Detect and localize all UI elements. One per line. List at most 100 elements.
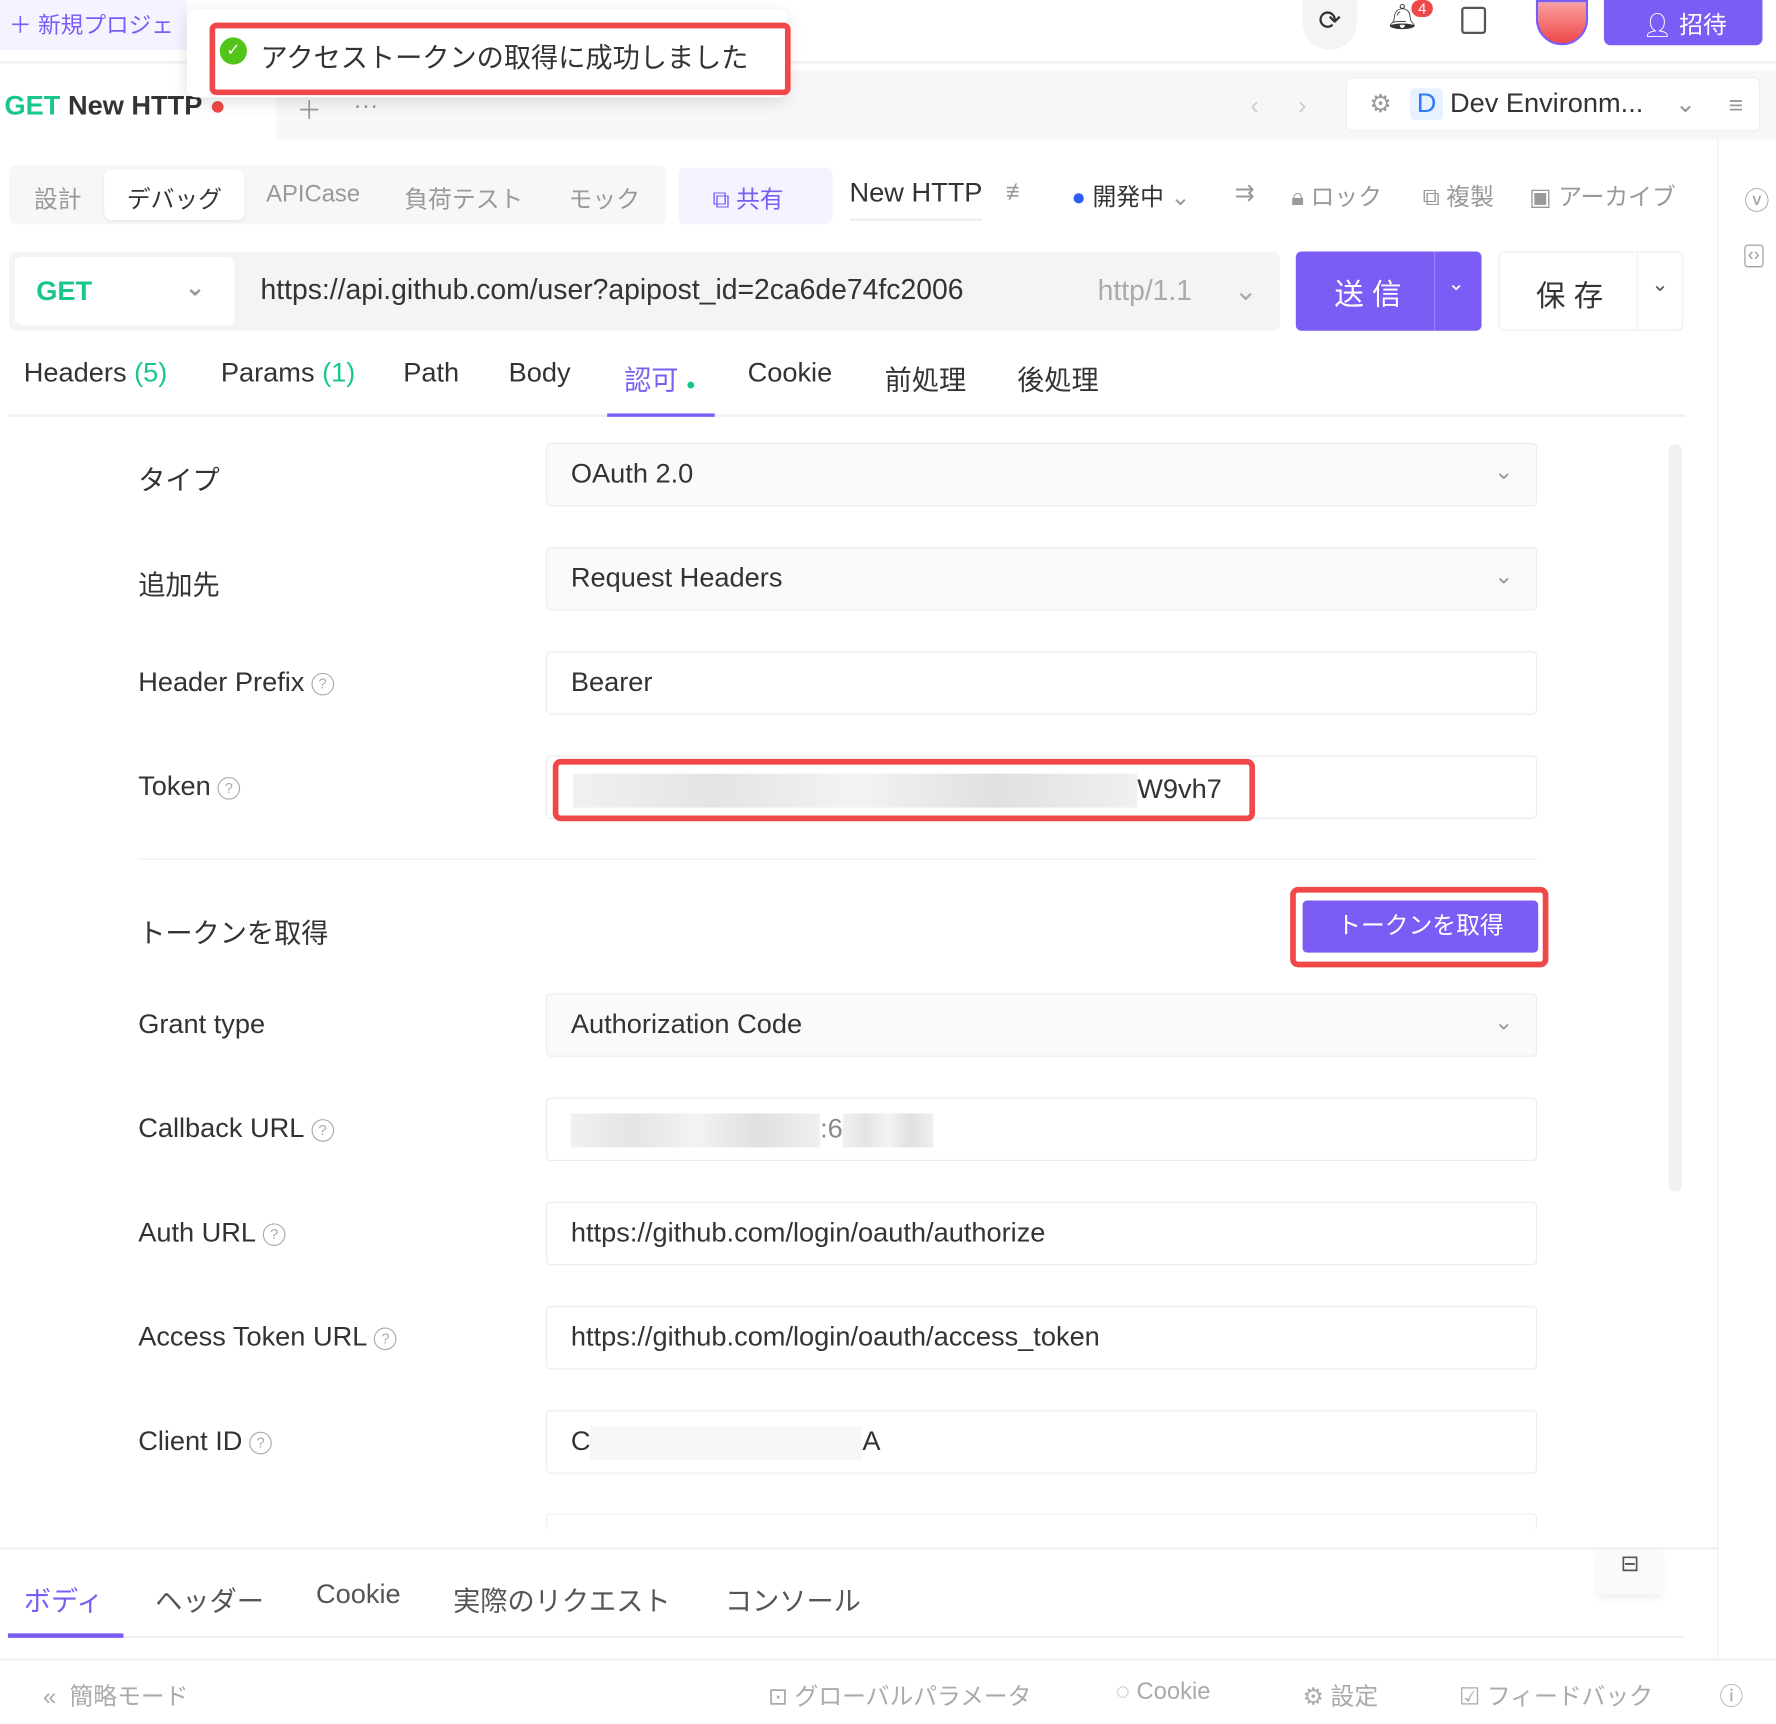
new-project-button[interactable]: ＋ 新規プロジェ xyxy=(0,0,187,50)
feedback-button[interactable]: ☑ フィードバック xyxy=(1459,1679,1653,1713)
align-icon[interactable]: ⇉ xyxy=(1235,179,1255,207)
prev-tab-icon[interactable]: ‹ xyxy=(1251,91,1259,120)
gear-icon: ⚙ xyxy=(1302,1684,1324,1711)
save-button[interactable]: 保 存 ⌄ xyxy=(1498,251,1684,331)
access-token-url-label: Access Token URL? xyxy=(138,1322,397,1354)
client-id-input[interactable]: CA xyxy=(545,1410,1538,1474)
request-name: New HTTP xyxy=(67,90,202,122)
next-tab-icon[interactable]: › xyxy=(1298,91,1306,120)
feedback-icon: ☑ xyxy=(1458,1684,1481,1711)
status-select[interactable]: ● 開発中 ⌄ xyxy=(1072,179,1191,213)
version-icon[interactable]: ⓥ xyxy=(1744,181,1769,217)
document-icon[interactable] xyxy=(1461,6,1487,34)
divider xyxy=(1717,140,1719,1661)
share-icon: ⧉ xyxy=(712,186,730,213)
code-icon[interactable]: ‹› xyxy=(1744,244,1764,268)
chevron-down-icon: ⌄ xyxy=(184,272,206,302)
url-input[interactable]: https://api.github.com/user?apipost_id=2… xyxy=(261,274,964,307)
callback-url-input[interactable]: :6 xyxy=(545,1097,1538,1162)
settings-button[interactable]: ⚙ 設定 xyxy=(1303,1679,1379,1713)
auth-url-label: Auth URL? xyxy=(138,1218,286,1250)
simple-mode-button[interactable]: « 簡略モード xyxy=(43,1679,188,1713)
chevron-down-icon[interactable]: ⌄ xyxy=(1448,272,1465,296)
lock-icon: 🔒︎ xyxy=(1291,184,1304,211)
copy-label: 複製 xyxy=(1446,184,1494,211)
tab-response-body[interactable]: ボディ xyxy=(24,1579,104,1619)
tab-auth[interactable]: 認可 ● xyxy=(607,358,715,417)
url-bar: GET ⌄ https://api.github.com/user?apipost… xyxy=(9,251,1280,331)
cookie-icon: ◌ xyxy=(1115,1678,1130,1705)
header-prefix-input[interactable]: Bearer xyxy=(545,651,1538,715)
tab-headers[interactable]: Headers (5) xyxy=(24,358,168,390)
send-button[interactable]: 送 信 ⌄ xyxy=(1295,251,1482,331)
tab-path[interactable]: Path xyxy=(403,358,459,390)
tab-debug[interactable]: デバッグ xyxy=(104,169,245,220)
help-icon: ? xyxy=(311,1119,334,1142)
tab-design[interactable]: 設計 xyxy=(34,170,82,220)
chevron-down-icon: ⌄ xyxy=(1233,275,1258,307)
share-button[interactable]: ⧉ 共有 xyxy=(678,167,833,225)
env-name: Dev Environm... xyxy=(1449,88,1644,119)
help-icon: ? xyxy=(249,1431,272,1455)
toast-message: ✓ アクセストークンの取得に成功しました xyxy=(209,22,791,96)
invite-button[interactable]: 👤︎ 招待 xyxy=(1603,0,1763,46)
chevron-down-icon[interactable]: ⌄ xyxy=(1651,273,1668,297)
help-icon[interactable]: ⓘ xyxy=(1719,1679,1743,1713)
cookie-button[interactable]: ◌ Cookie xyxy=(1116,1679,1211,1706)
chevron-down-icon: ⌄ xyxy=(1494,1010,1514,1036)
type-label: タイプ xyxy=(138,465,220,497)
tab-actual-request[interactable]: 実際のリクエスト xyxy=(453,1579,670,1619)
grant-type-select[interactable]: Authorization Code ⌄ xyxy=(545,993,1538,1057)
chevron-down-icon: ⌄ xyxy=(1494,564,1514,590)
lock-button[interactable]: 🔒︎ ロック xyxy=(1291,179,1382,213)
auth-url-input[interactable]: https://github.com/login/oauth/authorize xyxy=(545,1201,1538,1266)
get-token-button[interactable]: トークンを取得 xyxy=(1302,900,1539,953)
token-label: Token? xyxy=(138,771,241,803)
archive-button[interactable]: ▣ アーカイブ xyxy=(1529,179,1676,213)
callback-url-label: Callback URL? xyxy=(138,1113,334,1145)
add-to-label: 追加先 xyxy=(138,570,220,602)
scrollbar[interactable] xyxy=(1668,444,1683,1192)
tab-response-headers[interactable]: ヘッダー xyxy=(155,1579,264,1619)
protocol-select[interactable]: http/1.1 ⌄ xyxy=(1098,274,1258,308)
tab-load-test[interactable]: 負荷テスト xyxy=(404,170,523,220)
invite-label: 招待 xyxy=(1679,12,1727,39)
layout-icon[interactable]: ⊟ xyxy=(1598,1549,1662,1595)
tab-params[interactable]: Params (1) xyxy=(221,358,355,390)
protocol-label: http/1.1 xyxy=(1097,275,1193,307)
tab-apicase[interactable]: APICase xyxy=(266,170,360,220)
tab-console[interactable]: コンソール xyxy=(725,1579,861,1619)
footer: « 簡略モード ⊡ グローバルパラメータ ◌ Cookie ⚙ 設定 ☑ フィー… xyxy=(0,1658,1776,1724)
tab-mock[interactable]: モック xyxy=(569,170,640,220)
method-select[interactable]: GET ⌄ xyxy=(14,257,235,326)
edit-icon[interactable]: ≢ xyxy=(1006,179,1030,206)
active-tab-indicator xyxy=(7,1633,124,1638)
archive-label: アーカイブ xyxy=(1558,184,1676,211)
next-field xyxy=(545,1513,1538,1530)
user-plus-icon: 👤︎ xyxy=(1642,12,1673,39)
tab-body[interactable]: Body xyxy=(509,358,571,390)
environment-select[interactable]: ⚙ D Dev Environm... ⌄ xyxy=(1345,77,1761,132)
token-highlight: W9vh7 xyxy=(552,758,1256,822)
access-token-url-input[interactable]: https://github.com/login/oauth/access_to… xyxy=(545,1306,1538,1370)
copy-button[interactable]: ⧉ 複製 xyxy=(1423,179,1494,213)
tab-pre-script[interactable]: 前処理 xyxy=(885,358,967,398)
menu-icon[interactable]: ≡ xyxy=(1729,91,1744,120)
status-label: 開発中 xyxy=(1092,184,1164,211)
tab-response-cookie[interactable]: Cookie xyxy=(316,1579,401,1611)
copy-icon: ⧉ xyxy=(1422,184,1440,211)
type-select[interactable]: OAuth 2.0 ⌄ xyxy=(545,442,1538,507)
add-to-select[interactable]: Request Headers ⌄ xyxy=(545,547,1538,611)
client-id-label: Client ID? xyxy=(138,1426,272,1458)
global-params-button[interactable]: ⊡ グローバルパラメータ xyxy=(768,1679,1031,1713)
request-method: GET xyxy=(4,90,61,122)
chevron-down-icon: ⌄ xyxy=(1675,89,1696,118)
request-name-input[interactable]: New HTTP xyxy=(849,178,983,221)
mode-tabs: 設計 デバッグ APICase 負荷テスト モック xyxy=(9,165,667,225)
get-token-label: トークンを取得 xyxy=(138,918,329,950)
chevron-down-icon: ⌄ xyxy=(1494,459,1514,485)
tab-cookie[interactable]: Cookie xyxy=(748,358,833,390)
tab-post-script[interactable]: 後処理 xyxy=(1017,358,1099,398)
notification-badge: 4 xyxy=(1411,0,1434,17)
grant-type-label: Grant type xyxy=(138,1009,266,1040)
